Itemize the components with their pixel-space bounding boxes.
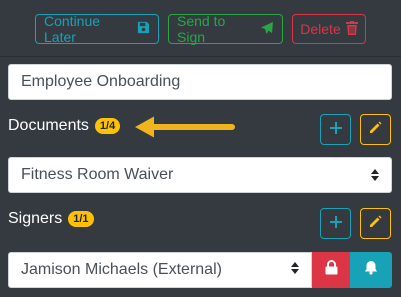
plus-icon xyxy=(329,121,342,139)
documents-heading: Documents 1/4 xyxy=(8,117,121,135)
send-to-sign-button[interactable]: Send to Sign xyxy=(168,13,283,45)
add-document-button[interactable] xyxy=(320,114,351,145)
signer-select[interactable]: Jamison Michaels (External) xyxy=(8,252,312,288)
plus-icon xyxy=(329,215,342,233)
document-select-value: Fitness Room Waiver xyxy=(21,166,174,183)
trash-icon xyxy=(345,20,358,38)
edit-signer-button[interactable] xyxy=(360,208,391,239)
delete-label: Delete xyxy=(300,21,341,37)
send-to-sign-label: Send to Sign xyxy=(177,13,226,45)
delete-button[interactable]: Delete xyxy=(292,14,366,44)
template-name-input[interactable]: Employee Onboarding xyxy=(8,64,392,100)
document-select[interactable]: Fitness Room Waiver xyxy=(8,157,392,193)
template-name-value: Employee Onboarding xyxy=(21,73,181,90)
notify-signer-button[interactable] xyxy=(350,252,392,288)
add-signer-button[interactable] xyxy=(320,208,351,239)
continue-later-label: Continue Later xyxy=(44,13,101,45)
sort-caret-icon xyxy=(291,261,299,279)
signer-select-value: Jamison Michaels (External) xyxy=(21,261,222,278)
edit-document-button[interactable] xyxy=(360,114,391,145)
floppy-disk-icon xyxy=(137,21,150,37)
bell-icon xyxy=(364,260,378,280)
pencil-icon xyxy=(369,215,382,233)
sort-caret-icon xyxy=(371,169,379,181)
lock-signer-button[interactable] xyxy=(312,252,350,288)
paper-plane-icon xyxy=(260,21,274,38)
pencil-icon xyxy=(369,121,382,139)
arrow-left-icon xyxy=(135,116,235,138)
signers-label: Signers xyxy=(8,210,63,227)
signers-count-badge: 1/1 xyxy=(68,211,94,227)
documents-label: Documents xyxy=(8,117,89,134)
documents-count-badge: 1/4 xyxy=(94,118,121,134)
lock-icon xyxy=(325,260,338,280)
signers-heading: Signers 1/1 xyxy=(8,210,94,228)
continue-later-button[interactable]: Continue Later xyxy=(35,13,159,45)
action-toolbar: Continue Later Send to Sign Delete xyxy=(0,0,401,57)
